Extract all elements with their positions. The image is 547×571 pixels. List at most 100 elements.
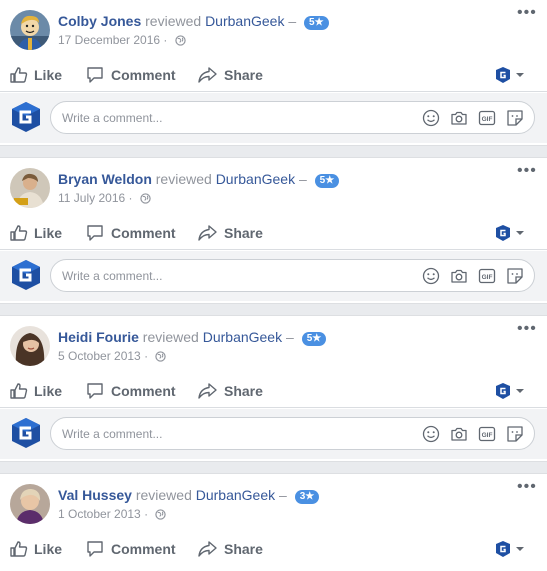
comment-button[interactable]: Comment (86, 539, 186, 559)
page-selector[interactable] (495, 540, 525, 558)
comment-input[interactable]: Write a comment... GIF (50, 259, 535, 292)
durbangeek-logo-icon (496, 541, 524, 557)
share-button[interactable]: Share (198, 381, 278, 401)
comment-composer: Write a comment... GIF (0, 409, 547, 459)
share-label: Share (224, 541, 263, 557)
share-label: Share (224, 383, 263, 399)
rating-badge: 3★ (294, 490, 320, 504)
page-name-link[interactable]: DurbanGeek (216, 171, 295, 187)
title-dash: – (298, 171, 307, 187)
svg-text:GIF: GIF (482, 432, 493, 439)
comment-button[interactable]: Comment (86, 65, 186, 85)
review-header: Colby Jones reviewed DurbanGeek – 5★ 17 … (0, 0, 547, 58)
comment-input[interactable]: Write a comment... GIF (50, 101, 535, 134)
action-bar: Like Comment Share (0, 58, 547, 92)
review-title: Bryan Weldon reviewed DurbanGeek – 5★ (58, 170, 340, 188)
comment-button[interactable]: Comment (86, 381, 186, 401)
speech-bubble-icon (87, 225, 103, 241)
comment-button[interactable]: Comment (86, 223, 186, 243)
emoji-icon[interactable] (422, 267, 440, 285)
reviewer-name[interactable]: Heidi Fourie (58, 329, 139, 345)
title-dash: – (279, 487, 287, 503)
globe-icon[interactable] (140, 193, 151, 204)
like-button[interactable]: Like (10, 65, 70, 85)
more-options-icon[interactable]: ••• (517, 5, 537, 24)
rating-badge: 5★ (301, 332, 327, 346)
avatar[interactable] (10, 326, 50, 366)
review-meta: 11 July 2016 · (58, 191, 151, 206)
durbangeek-logo-icon (12, 260, 40, 290)
camera-icon[interactable] (450, 109, 468, 127)
globe-icon[interactable] (155, 509, 167, 520)
durbangeek-logo-icon (496, 67, 524, 83)
durbangeek-logo-icon (12, 418, 40, 448)
page-selector[interactable] (495, 382, 525, 400)
review-verb: reviewed (142, 329, 199, 345)
like-button[interactable]: Like (10, 223, 70, 243)
camera-icon[interactable] (450, 267, 468, 285)
emoji-icon[interactable] (422, 109, 440, 127)
more-options-icon[interactable]: ••• (517, 321, 537, 340)
title-dash: – (286, 329, 294, 345)
reviewer-name[interactable]: Colby Jones (58, 13, 141, 29)
durbangeek-logo-icon (12, 102, 40, 132)
like-button[interactable]: Like (10, 539, 70, 559)
globe-icon[interactable] (175, 35, 186, 46)
title-dash: – (288, 13, 297, 29)
review-card: Bryan Weldon reviewed DurbanGeek – 5★ 11… (0, 157, 547, 304)
review-card: Colby Jones reviewed DurbanGeek – 5★ 17 … (0, 0, 547, 146)
page-name-link[interactable]: DurbanGeek (205, 13, 284, 29)
globe-icon[interactable] (155, 351, 167, 362)
like-button[interactable]: Like (10, 381, 70, 401)
review-date[interactable]: 1 October 2013 (58, 507, 141, 521)
share-button[interactable]: Share (198, 65, 278, 85)
review-card: Val Hussey reviewed DurbanGeek – 3★ 1 Oc… (0, 473, 547, 571)
rating-badge: 5★ (304, 16, 329, 30)
share-label: Share (224, 67, 263, 83)
thumbs-up-icon (10, 225, 28, 241)
comment-placeholder: Write a comment... (62, 111, 163, 125)
thumbs-up-icon (10, 541, 28, 557)
avatar[interactable] (10, 10, 50, 50)
share-button[interactable]: Share (198, 539, 278, 559)
page-selector[interactable] (495, 224, 525, 242)
page-name-link[interactable]: DurbanGeek (203, 329, 282, 345)
sticker-icon[interactable] (506, 267, 524, 285)
reviewer-name[interactable]: Val Hussey (58, 487, 132, 503)
like-label: Like (34, 225, 63, 241)
page-name-link[interactable]: DurbanGeek (196, 487, 275, 503)
review-header: Heidi Fourie reviewed DurbanGeek – 5★ 5 … (0, 316, 547, 374)
gif-icon[interactable]: GIF (478, 267, 496, 285)
emoji-icon[interactable] (422, 425, 440, 443)
rating-badge: 5★ (314, 174, 340, 188)
share-arrow-icon (198, 541, 217, 557)
camera-icon[interactable] (450, 425, 468, 443)
chevron-down-icon (516, 389, 524, 393)
share-button[interactable]: Share (198, 223, 278, 243)
speech-bubble-icon (87, 67, 103, 83)
avatar[interactable] (10, 168, 50, 208)
review-date[interactable]: 11 July 2016 (58, 191, 125, 205)
comment-composer: Write a comment... GIF (0, 93, 547, 143)
comment-placeholder: Write a comment... (62, 427, 163, 441)
svg-text:GIF: GIF (482, 116, 493, 123)
review-date[interactable]: 17 December 2016 (58, 33, 160, 47)
review-meta: 5 October 2013 · (58, 349, 167, 364)
gif-icon[interactable]: GIF (478, 109, 496, 127)
reviewer-name[interactable]: Bryan Weldon (58, 171, 152, 187)
thumbs-up-icon (10, 67, 28, 83)
gif-icon[interactable]: GIF (478, 425, 496, 443)
review-date[interactable]: 5 October 2013 (58, 349, 141, 363)
review-title: Val Hussey reviewed DurbanGeek – 3★ (58, 486, 320, 504)
sticker-icon[interactable] (506, 109, 524, 127)
more-options-icon[interactable]: ••• (517, 163, 537, 182)
durbangeek-logo-icon (496, 225, 524, 241)
page-selector[interactable] (495, 66, 525, 84)
action-bar: Like Comment Share (0, 374, 547, 408)
comment-input[interactable]: Write a comment... GIF (50, 417, 535, 450)
avatar[interactable] (10, 484, 50, 524)
review-card: Heidi Fourie reviewed DurbanGeek – 5★ 5 … (0, 315, 547, 462)
comment-label: Comment (111, 541, 176, 557)
sticker-icon[interactable] (506, 425, 524, 443)
more-options-icon[interactable]: ••• (517, 479, 537, 498)
